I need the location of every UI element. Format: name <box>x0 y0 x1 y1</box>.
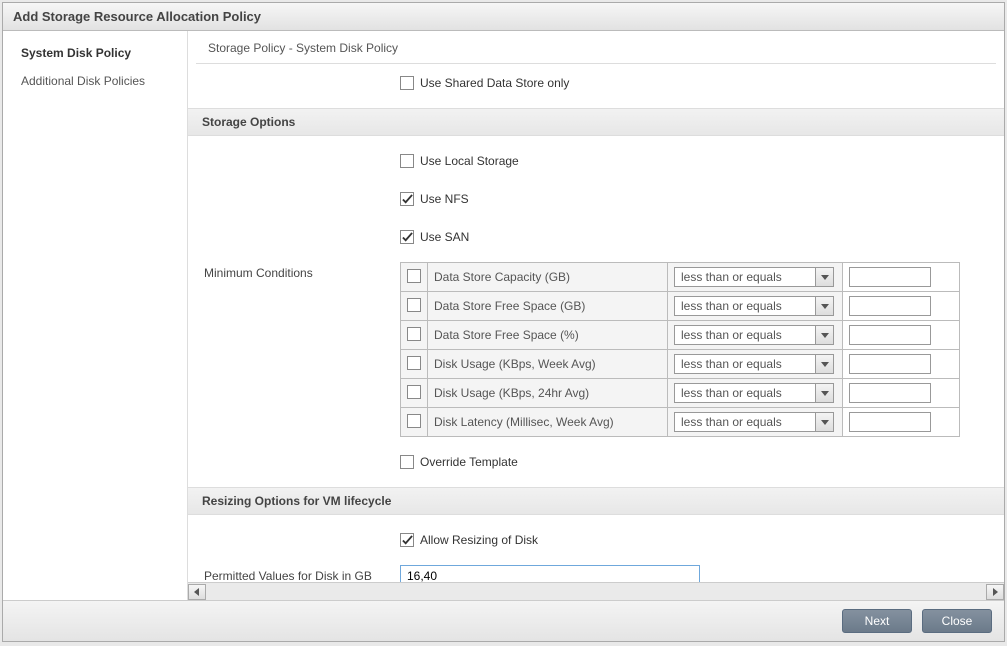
dropdown-value: less than or equals <box>675 355 815 373</box>
checkbox-local-storage[interactable] <box>400 154 414 168</box>
row-allow-resizing: Allow Resizing of Disk <box>188 521 1004 559</box>
chevron-down-icon <box>815 384 833 402</box>
chevron-down-icon <box>815 355 833 373</box>
horizontal-scrollbar[interactable] <box>188 582 1004 600</box>
dialog-footer: Next Close <box>3 601 1004 641</box>
scroll-right-icon[interactable] <box>986 584 1004 600</box>
sidebar-item-additional-disk-policies[interactable]: Additional Disk Policies <box>3 67 187 95</box>
condition-row: Data Store Free Space (%) less than or eq… <box>401 321 960 350</box>
condition-label: Disk Latency (Millisec, Week Avg) <box>434 415 614 429</box>
condition-operator-dropdown[interactable]: less than or equals <box>674 412 834 432</box>
dropdown-value: less than or equals <box>675 384 815 402</box>
condition-label: Data Store Free Space (%) <box>434 328 579 342</box>
checkbox-san[interactable] <box>400 230 414 244</box>
label-override-template: Override Template <box>420 455 518 469</box>
condition-operator-dropdown[interactable]: less than or equals <box>674 354 834 374</box>
scroll-area[interactable]: Use Shared Data Store only Storage Optio… <box>188 64 1004 582</box>
condition-value-input[interactable] <box>849 267 931 287</box>
condition-value-input[interactable] <box>849 412 931 432</box>
section-resizing: Resizing Options for VM lifecycle <box>188 487 1004 515</box>
sidebar: System Disk Policy Additional Disk Polic… <box>3 31 188 600</box>
dropdown-value: less than or equals <box>675 268 815 286</box>
condition-checkbox[interactable] <box>407 269 421 283</box>
chevron-down-icon <box>815 297 833 315</box>
row-permitted-values: Permitted Values for Disk in GB <box>188 559 1004 582</box>
condition-value-input[interactable] <box>849 354 931 374</box>
label-shared-datastore: Use Shared Data Store only <box>420 76 569 90</box>
condition-checkbox[interactable] <box>407 385 421 399</box>
row-override-template: Override Template <box>188 443 1004 481</box>
label-minimum-conditions: Minimum Conditions <box>200 262 400 280</box>
content-title: Storage Policy - System Disk Policy <box>196 31 996 64</box>
row-local: Use Local Storage <box>188 142 1004 180</box>
checkbox-nfs[interactable] <box>400 192 414 206</box>
sidebar-item-label: Additional Disk Policies <box>21 74 145 88</box>
condition-value-input[interactable] <box>849 325 931 345</box>
label-allow-resizing: Allow Resizing of Disk <box>420 533 538 547</box>
scroll-track[interactable] <box>206 584 986 600</box>
section-storage-options: Storage Options <box>188 108 1004 136</box>
label-san: Use SAN <box>420 230 469 244</box>
conditions-table: Data Store Capacity (GB) less than or equ… <box>400 262 960 437</box>
row-san: Use SAN <box>188 218 1004 256</box>
condition-value-input[interactable] <box>849 383 931 403</box>
condition-row: Data Store Free Space (GB) less than or e… <box>401 292 960 321</box>
dialog: Add Storage Resource Allocation Policy S… <box>2 2 1005 642</box>
input-permitted-values[interactable] <box>400 565 700 582</box>
condition-row: Disk Usage (KBps, Week Avg) less than or … <box>401 350 960 379</box>
condition-operator-dropdown[interactable]: less than or equals <box>674 383 834 403</box>
checkbox-allow-resizing[interactable] <box>400 533 414 547</box>
condition-operator-dropdown[interactable]: less than or equals <box>674 325 834 345</box>
chevron-down-icon <box>815 326 833 344</box>
condition-row: Disk Usage (KBps, 24hr Avg) less than or … <box>401 379 960 408</box>
condition-operator-dropdown[interactable]: less than or equals <box>674 296 834 316</box>
chevron-down-icon <box>815 268 833 286</box>
scroll-left-icon[interactable] <box>188 584 206 600</box>
condition-label: Data Store Capacity (GB) <box>434 270 570 284</box>
label-local-storage: Use Local Storage <box>420 154 519 168</box>
condition-checkbox[interactable] <box>407 327 421 341</box>
label-nfs: Use NFS <box>420 192 469 206</box>
condition-operator-dropdown[interactable]: less than or equals <box>674 267 834 287</box>
sidebar-item-system-disk-policy[interactable]: System Disk Policy <box>3 39 187 67</box>
condition-value-input[interactable] <box>849 296 931 316</box>
dropdown-value: less than or equals <box>675 326 815 344</box>
condition-checkbox[interactable] <box>407 356 421 370</box>
row-shared-datastore: Use Shared Data Store only <box>188 64 1004 102</box>
close-button[interactable]: Close <box>922 609 992 633</box>
dropdown-value: less than or equals <box>675 297 815 315</box>
checkbox-shared-datastore[interactable] <box>400 76 414 90</box>
row-minimum-conditions: Minimum Conditions Data Store Capacity (… <box>188 256 1004 443</box>
condition-checkbox[interactable] <box>407 298 421 312</box>
dialog-title: Add Storage Resource Allocation Policy <box>3 3 1004 31</box>
main-panel: Storage Policy - System Disk Policy Use … <box>188 31 1004 600</box>
label-permitted-values: Permitted Values for Disk in GB <box>200 565 400 582</box>
condition-label: Disk Usage (KBps, Week Avg) <box>434 357 596 371</box>
checkbox-override-template[interactable] <box>400 455 414 469</box>
dropdown-value: less than or equals <box>675 413 815 431</box>
condition-row: Disk Latency (Millisec, Week Avg) less th… <box>401 408 960 437</box>
chevron-down-icon <box>815 413 833 431</box>
condition-row: Data Store Capacity (GB) less than or equ… <box>401 263 960 292</box>
condition-checkbox[interactable] <box>407 414 421 428</box>
next-button[interactable]: Next <box>842 609 912 633</box>
row-nfs: Use NFS <box>188 180 1004 218</box>
dialog-body: System Disk Policy Additional Disk Polic… <box>3 31 1004 601</box>
condition-label: Disk Usage (KBps, 24hr Avg) <box>434 386 589 400</box>
condition-label: Data Store Free Space (GB) <box>434 299 585 313</box>
sidebar-item-label: System Disk Policy <box>21 46 131 60</box>
